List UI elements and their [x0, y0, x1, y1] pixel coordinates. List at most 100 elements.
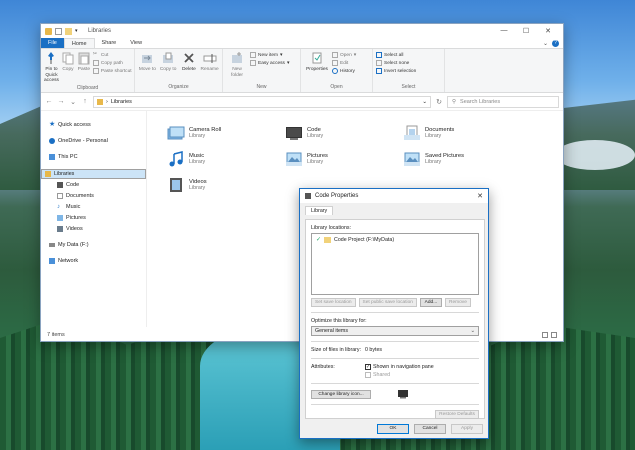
minimize-button[interactable]: — — [493, 27, 515, 35]
address-bar-row: ← → ⌄ ↑ › Libraries ⌄ ↻ ⚲ Search Librari… — [41, 93, 563, 111]
invert-selection-button[interactable]: Invert selection — [376, 68, 416, 74]
chevron-down-icon[interactable]: ⌄ — [543, 40, 548, 47]
rename-button[interactable]: Rename — [200, 51, 219, 83]
library-music[interactable]: Music Library — [167, 151, 205, 167]
close-button[interactable]: ✕ — [537, 27, 559, 35]
star-icon: ★ — [49, 120, 56, 128]
dialog-title: Code Properties — [315, 193, 359, 199]
restore-defaults-button[interactable]: Restore Defaults — [435, 410, 479, 419]
optimize-select[interactable]: General items ⌄ — [311, 326, 479, 336]
tab-view[interactable]: View — [123, 38, 149, 48]
pictures-icon — [286, 152, 302, 166]
nav-item-my-data[interactable]: My Data (F:) — [41, 239, 146, 250]
select-all-button[interactable]: Select all — [376, 52, 416, 58]
help-icon[interactable]: ? — [552, 39, 559, 47]
code-properties-dialog: Code Properties ✕ Library Library locati… — [299, 188, 489, 439]
shared-checkbox[interactable]: Shared — [365, 372, 434, 378]
copy-path-button[interactable]: Copy path — [92, 60, 132, 66]
paste-shortcut-button[interactable]: Paste shortcut — [92, 68, 132, 74]
refresh-icon[interactable]: ↻ — [435, 98, 443, 106]
nav-item-code[interactable]: Code — [41, 179, 146, 190]
apply-button[interactable]: Apply — [451, 424, 483, 434]
easy-access-button[interactable]: Easy access ▾ — [250, 60, 289, 66]
delete-button[interactable]: Delete — [180, 51, 199, 83]
dialog-buttons: OK Cancel Apply — [377, 424, 483, 434]
code-library-icon — [57, 181, 63, 188]
nav-item-documents[interactable]: Documents — [41, 190, 146, 201]
library-documents[interactable]: Documents Library — [403, 125, 454, 141]
new-item-label: New item — [258, 52, 278, 58]
recent-chevron-icon[interactable]: ⌄ — [69, 98, 77, 106]
change-library-icon-button[interactable]: Change library icon... — [311, 389, 371, 399]
nav-item-network[interactable]: Network — [41, 255, 146, 266]
dropdown-arrow-icon: ▾ — [286, 60, 290, 66]
copy-to-button[interactable]: Copy to — [159, 51, 178, 83]
up-arrow-icon[interactable]: ↑ — [81, 98, 89, 105]
properties-qa-icon[interactable] — [55, 27, 62, 35]
set-public-save-location-button[interactable]: Set public save location — [358, 298, 417, 307]
open-group: Properties Open ▾ Edit History Open — [301, 49, 373, 92]
address-box[interactable]: › Libraries ⌄ — [93, 95, 431, 108]
paste-button[interactable]: Paste — [77, 51, 91, 84]
tab-home[interactable]: Home — [63, 38, 95, 48]
background-cloud — [555, 140, 635, 170]
large-icons-view-icon[interactable] — [551, 332, 557, 338]
nav-item-libraries[interactable]: Libraries — [41, 169, 146, 179]
select-none-button[interactable]: Select none — [376, 60, 416, 66]
move-to-button[interactable]: Move to — [138, 51, 157, 83]
copy-button[interactable]: Copy — [61, 51, 75, 84]
set-save-location-button[interactable]: Set save location — [311, 298, 356, 307]
rename-label: Rename — [200, 67, 219, 72]
new-folder-qa-icon[interactable] — [65, 27, 72, 35]
add-location-button[interactable]: Add... — [419, 298, 442, 307]
back-arrow-icon[interactable]: ← — [45, 98, 53, 105]
tab-share[interactable]: Share — [95, 38, 124, 48]
shown-in-nav-checkbox[interactable]: ✓ Shown in navigation pane — [365, 364, 434, 370]
library-saved-pictures[interactable]: Saved Pictures Library — [403, 151, 464, 167]
qa-dropdown-icon[interactable]: ▾ — [75, 28, 80, 35]
paste-icon — [78, 52, 90, 65]
remove-location-button[interactable]: Remove — [444, 298, 471, 307]
pin-button[interactable]: Pin to Quick access — [44, 51, 59, 84]
edit-button[interactable]: Edit — [332, 60, 356, 66]
library-code[interactable]: Code Library — [285, 125, 323, 141]
cut-label: Cut — [100, 52, 109, 58]
quick-access-toolbar: ▾ — [45, 27, 80, 35]
dialog-title-bar: Code Properties ✕ — [300, 189, 488, 203]
properties-button[interactable]: Properties — [304, 51, 330, 83]
dialog-close-button[interactable]: ✕ — [477, 192, 483, 200]
address-dropdown-icon[interactable]: ⌄ — [422, 99, 427, 105]
nav-item-this-pc[interactable]: This PC — [41, 151, 146, 162]
nav-item-videos[interactable]: Videos — [41, 223, 146, 234]
details-view-icon[interactable] — [542, 332, 548, 338]
nav-item-pictures[interactable]: Pictures — [41, 212, 146, 223]
nav-item-quick-access[interactable]: ★ Quick access — [41, 119, 146, 130]
forward-arrow-icon[interactable]: → — [57, 98, 65, 105]
item-count: 7 items — [47, 332, 65, 338]
nav-item-music[interactable]: ♪ Music — [41, 201, 146, 212]
nav-item-onedrive[interactable]: OneDrive - Personal — [41, 135, 146, 146]
cancel-button[interactable]: Cancel — [414, 424, 446, 434]
search-placeholder: Search Libraries — [460, 98, 501, 105]
locations-list[interactable]: ✓ Code Project (F:\MyData) — [311, 233, 479, 295]
chevron-down-icon: ⌄ — [470, 328, 475, 334]
cut-button[interactable]: ✂ Cut — [93, 52, 132, 58]
history-button[interactable]: History — [332, 68, 356, 74]
library-camera-roll[interactable]: Camera Roll Library — [167, 125, 221, 141]
copy-label: Copy — [62, 67, 74, 72]
clipboard-group: Pin to Quick access Copy Paste ✂ Cut Copy… — [41, 49, 135, 92]
library-pictures[interactable]: Pictures Library — [285, 151, 328, 167]
tab-file[interactable]: File — [41, 38, 64, 48]
ok-button[interactable]: OK — [377, 424, 409, 434]
maximize-button[interactable]: ☐ — [515, 27, 537, 35]
breadcrumb-libraries[interactable]: Libraries — [111, 99, 132, 105]
new-item-button[interactable]: New item ▾ — [250, 52, 289, 58]
libraries-icon — [45, 171, 51, 177]
tab-library[interactable]: Library — [305, 206, 334, 215]
new-folder-button[interactable]: New folder — [226, 51, 248, 83]
library-videos[interactable]: Videos Library — [167, 177, 207, 193]
open-button[interactable]: Open ▾ — [332, 52, 356, 58]
search-box[interactable]: ⚲ Search Libraries — [447, 95, 559, 108]
location-item[interactable]: ✓ Code Project (F:\MyData) — [316, 236, 474, 243]
open-icon — [332, 52, 338, 58]
